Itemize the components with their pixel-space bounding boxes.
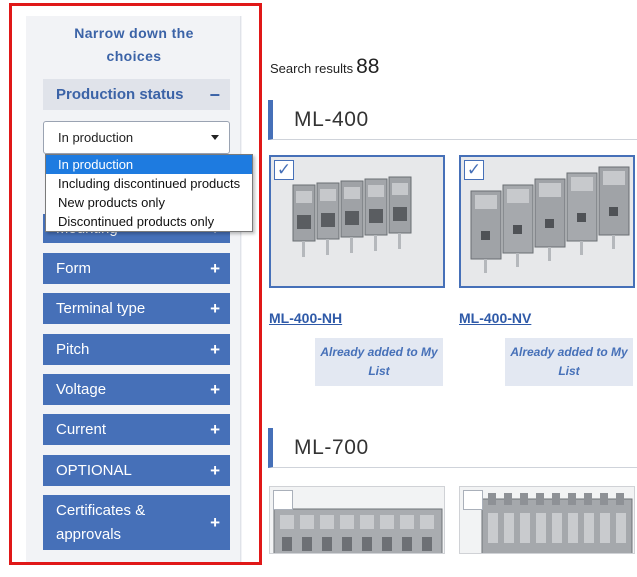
series-title: ML-400 <box>294 108 369 131</box>
filter-label: Current <box>56 420 107 438</box>
collapse-icon: − <box>209 84 220 105</box>
dropdown-option-in-production[interactable]: In production <box>46 155 252 174</box>
production-status-selected-value: In production <box>58 130 134 145</box>
dropdown-option-discontinued-only[interactable]: Discontinued products only <box>46 212 252 231</box>
mylist-status-ml-400-nh[interactable]: Already added to My List <box>315 338 443 386</box>
product-image-ml-700-1[interactable] <box>269 486 445 554</box>
filter-label: Voltage <box>56 380 107 398</box>
expand-icon: + <box>210 461 220 480</box>
product-link-ml-400-nh[interactable]: ML-400-NH <box>269 310 342 326</box>
terminal-block-image <box>470 166 630 273</box>
product-image-ml-700-2[interactable] <box>459 486 635 554</box>
production-status-select[interactable]: In production <box>43 121 230 154</box>
expand-icon: + <box>210 259 220 278</box>
production-status-label: Production status <box>56 86 184 103</box>
product-checkbox[interactable]: ✓ <box>274 160 294 180</box>
filter-pitch[interactable]: Pitch + <box>43 334 230 365</box>
product-checkbox[interactable] <box>273 490 293 510</box>
product-checkbox[interactable]: ✓ <box>464 160 484 180</box>
mylist-status-ml-400-nv[interactable]: Already added to My List <box>505 338 633 386</box>
expand-icon: + <box>210 380 220 399</box>
product-checkbox[interactable] <box>463 490 483 510</box>
search-results-summary: Search results 88 <box>270 55 379 79</box>
filter-label: OPTIONAL <box>56 461 132 479</box>
filter-certificates-approvals[interactable]: Certificates & approvals + <box>43 495 230 550</box>
production-status-toggle[interactable]: Production status − <box>43 79 230 110</box>
series-header-ml-400: ML-400 <box>268 100 637 140</box>
filter-label: Terminal type <box>56 299 146 317</box>
terminal-block-image <box>273 508 443 553</box>
sidebar-divider <box>240 16 241 564</box>
product-image-ml-400-nh[interactable]: ✓ <box>269 155 445 288</box>
search-results-count: 88 <box>356 55 380 78</box>
product-link-ml-400-nv[interactable]: ML-400-NV <box>459 310 531 326</box>
dropdown-option-including-discontinued[interactable]: Including discontinued products <box>46 174 252 193</box>
expand-icon: + <box>210 513 220 532</box>
filter-label: Pitch <box>56 340 90 358</box>
dropdown-option-new-only[interactable]: New products only <box>46 193 252 212</box>
series-title: ML-700 <box>294 436 369 459</box>
expand-icon: + <box>210 340 220 359</box>
caret-down-icon <box>211 135 219 140</box>
search-results-label: Search results <box>270 61 354 76</box>
filter-terminal-type[interactable]: Terminal type + <box>43 293 230 324</box>
filter-label: Certificates & approvals <box>56 501 146 543</box>
sidebar-title: Narrow down the choices <box>74 25 194 64</box>
filter-current[interactable]: Current + <box>43 414 230 445</box>
terminal-block-image <box>292 176 412 257</box>
filter-form[interactable]: Form + <box>43 253 230 284</box>
expand-icon: + <box>210 299 220 318</box>
terminal-block-image <box>481 493 633 553</box>
filter-optional[interactable]: OPTIONAL + <box>43 455 230 486</box>
expand-icon: + <box>210 420 220 439</box>
filter-voltage[interactable]: Voltage + <box>43 374 230 405</box>
product-image-ml-400-nv[interactable]: ✓ <box>459 155 635 288</box>
series-header-ml-700: ML-700 <box>268 428 637 468</box>
filter-label: Form <box>56 259 91 277</box>
production-status-dropdown[interactable]: In production Including discontinued pro… <box>45 154 253 232</box>
